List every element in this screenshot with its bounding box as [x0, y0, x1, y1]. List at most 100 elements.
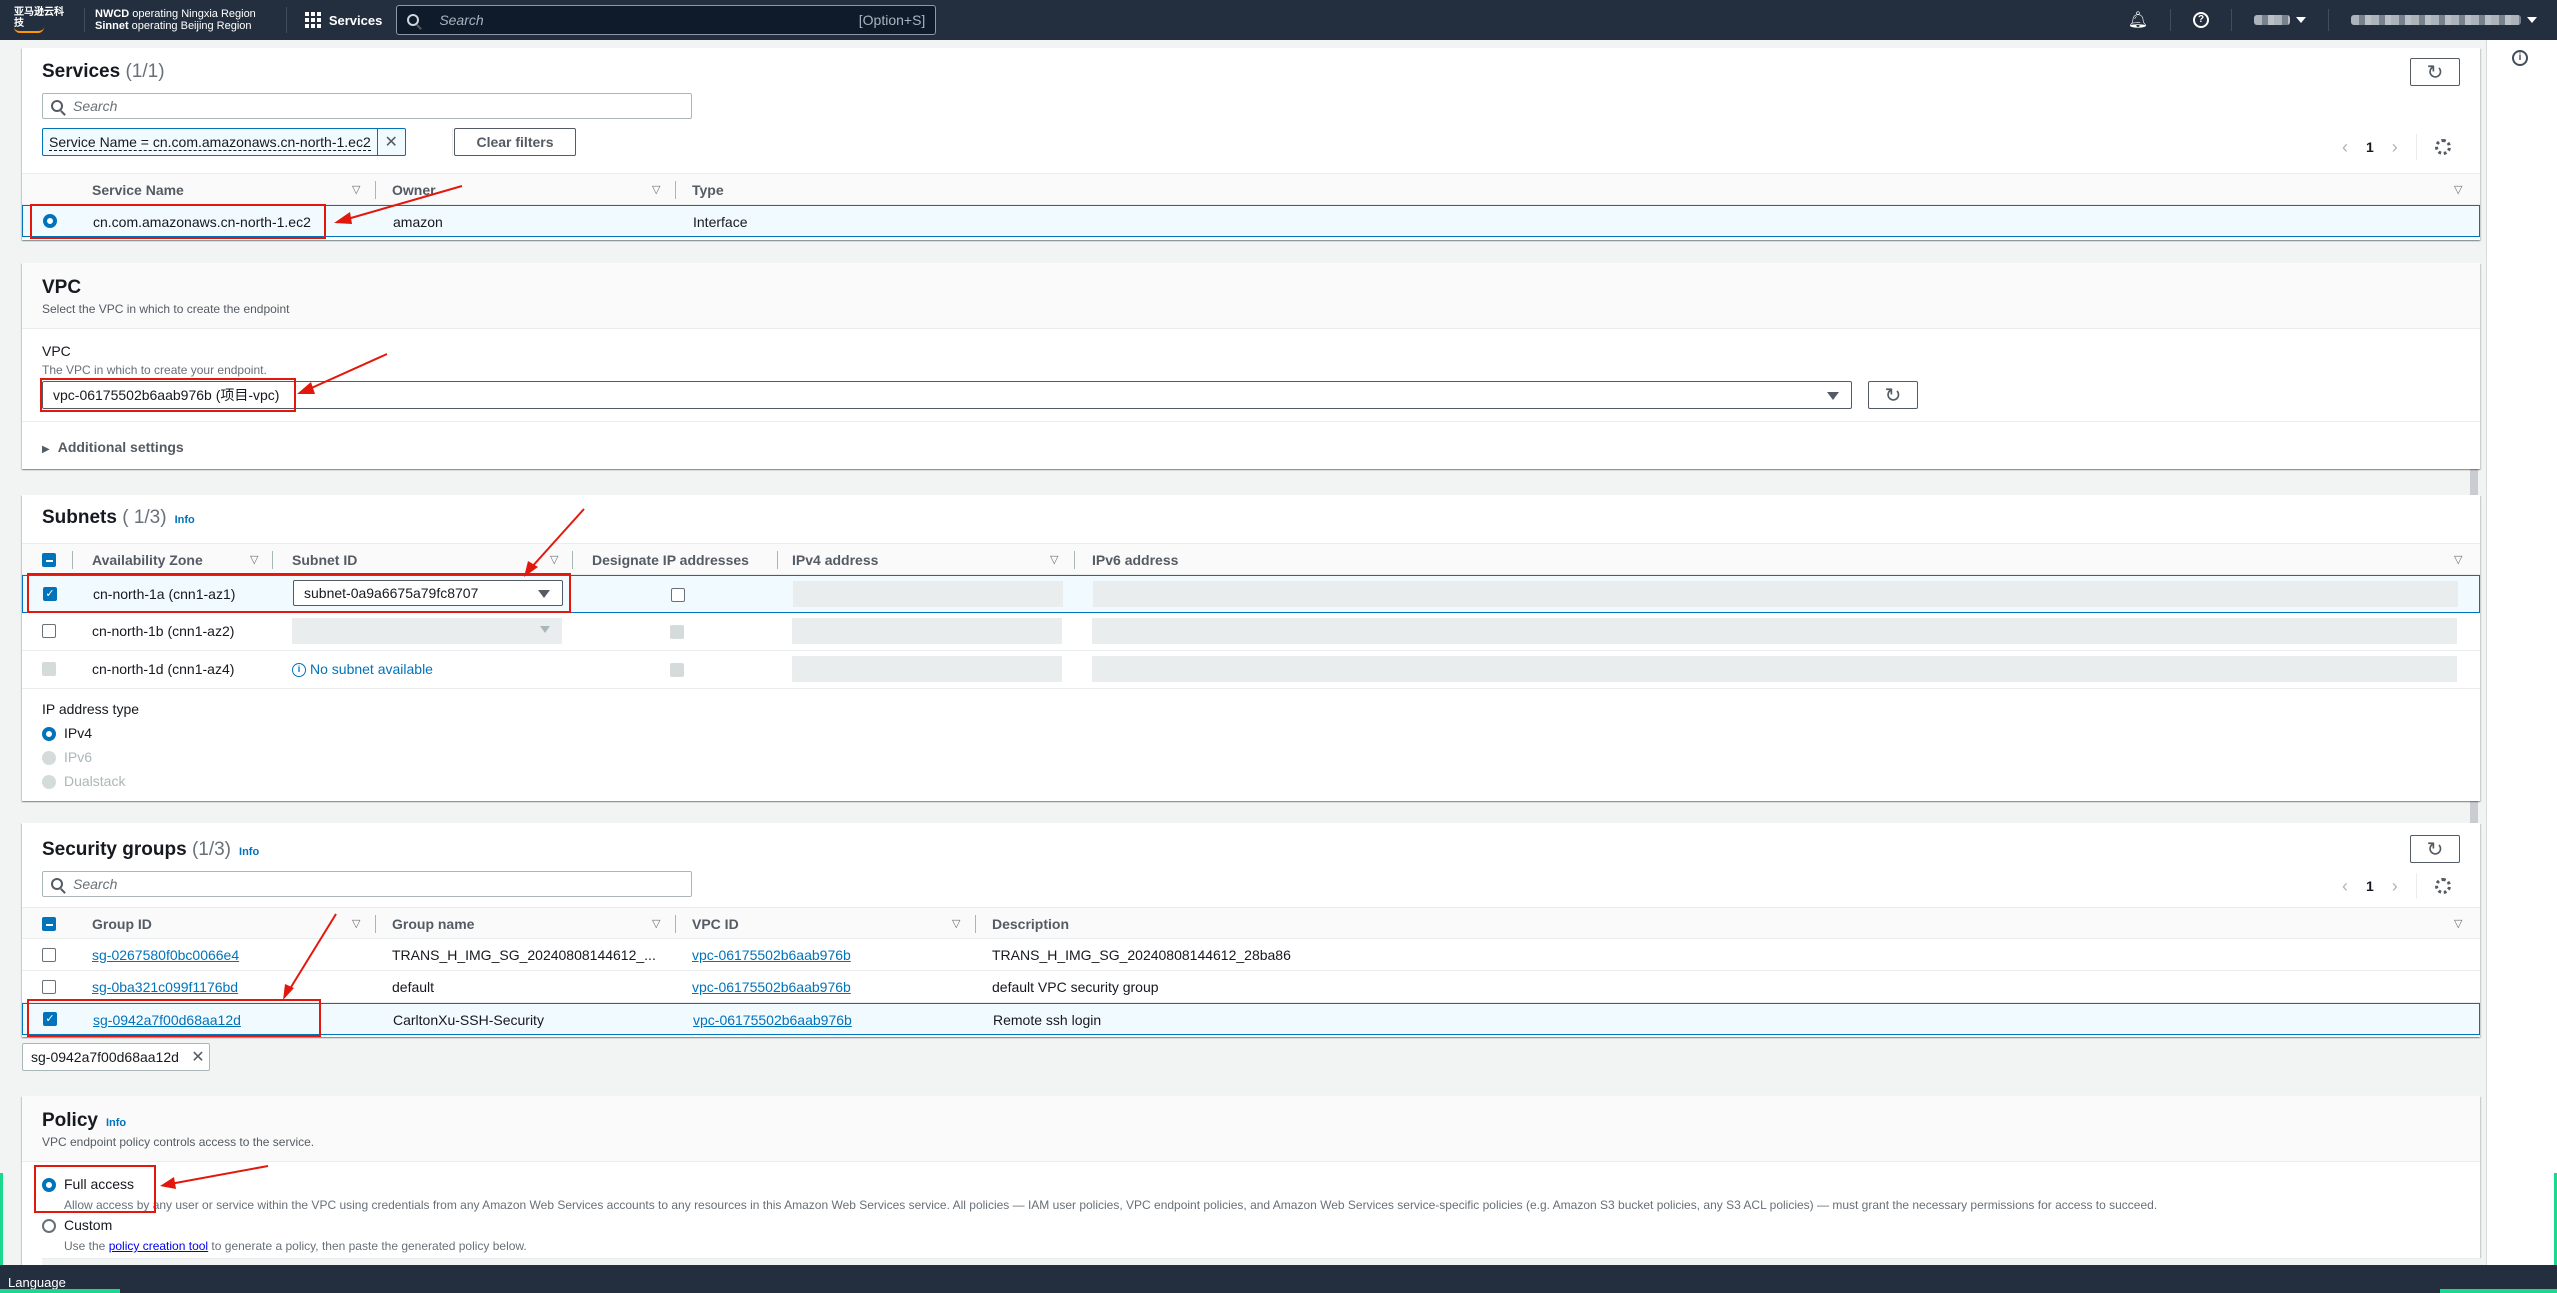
ip-type-ipv4[interactable]: IPv4	[42, 725, 92, 743]
policy-option-full-access[interactable]: Full access	[42, 1176, 134, 1192]
description-cell: TRANS_H_IMG_SG_20240808144612_28ba86	[992, 947, 1291, 963]
vpc-id-link[interactable]: vpc-06175502b6aab976b	[692, 971, 851, 1003]
global-search-input[interactable]: Search [Option+S]	[396, 5, 937, 35]
row-checkbox[interactable]: ✓	[43, 1012, 57, 1026]
info-link[interactable]: Info	[239, 846, 259, 858]
col-owner[interactable]: Owner	[392, 174, 436, 206]
vpc-id-link[interactable]: vpc-06175502b6aab976b	[692, 939, 851, 971]
settings-gear-icon[interactable]	[2434, 139, 2451, 155]
refresh-icon: ↻	[2426, 838, 2444, 861]
refresh-button[interactable]: ↻	[2410, 58, 2460, 86]
language-selector[interactable]: Language	[8, 1275, 66, 1290]
radio-button[interactable]	[42, 1219, 56, 1233]
settings-gear-icon[interactable]	[2434, 878, 2451, 894]
table-row[interactable]: cn.com.amazonaws.cn-north-1.ec2 amazon I…	[22, 205, 2480, 237]
table-row[interactable]: sg-0ba321c099f1176bd default vpc-0617550…	[22, 971, 2480, 1003]
remove-filter-icon[interactable]: ✕	[376, 129, 405, 155]
col-designate-ip[interactable]: Designate IP addresses	[592, 544, 749, 576]
page-number[interactable]: 1	[2366, 878, 2374, 894]
sort-icon[interactable]: ▽	[2454, 908, 2462, 940]
col-subnet-id[interactable]: Subnet ID	[292, 544, 357, 576]
col-type[interactable]: Type	[692, 174, 724, 206]
remove-token-icon[interactable]: ✕	[187, 1044, 209, 1070]
next-page-icon[interactable]: ›	[2392, 137, 2398, 158]
filter-token[interactable]: Service Name = cn.com.amazonaws.cn-north…	[42, 128, 406, 156]
prev-page-icon[interactable]: ‹	[2342, 137, 2348, 158]
page-number[interactable]: 1	[2366, 139, 2374, 155]
sort-icon[interactable]: ▽	[952, 908, 960, 940]
next-page-icon[interactable]: ›	[2392, 876, 2398, 897]
col-ipv4[interactable]: IPv4 address	[792, 544, 878, 576]
sort-icon[interactable]: ▽	[652, 174, 660, 206]
services-panel: Services (1/1) ↻ Search Service Name = c…	[22, 48, 2480, 240]
col-ipv6[interactable]: IPv6 address	[1092, 544, 1178, 576]
sort-icon[interactable]: ▽	[352, 174, 360, 206]
col-vpc-id[interactable]: VPC ID	[692, 908, 739, 940]
region-operator-1: NWCD	[95, 8, 130, 20]
col-group-id[interactable]: Group ID	[92, 908, 152, 940]
col-availability-zone[interactable]: Availability Zone	[92, 544, 203, 576]
col-description[interactable]: Description	[992, 908, 1069, 940]
vpc-panel: VPC Select the VPC in which to create th…	[22, 263, 2480, 469]
table-row[interactable]: ✓ sg-0942a7f00d68aa12d CarltonXu-SSH-Sec…	[22, 1003, 2480, 1035]
radio-button[interactable]	[42, 727, 56, 741]
search-placeholder: Search	[439, 12, 484, 28]
refresh-button[interactable]: ↻	[2410, 835, 2460, 863]
row-checkbox[interactable]	[42, 980, 56, 994]
select-all-checkbox[interactable]	[42, 553, 56, 567]
bell-icon[interactable]: 🔔︎	[2128, 10, 2148, 30]
table-row[interactable]: sg-0267580f0bc0066e4 TRANS_H_IMG_SG_2024…	[22, 939, 2480, 971]
services-menu-button[interactable]: Services	[285, 7, 382, 33]
table-row: cn-north-1d (cnn1-az4) i No subnet availa…	[22, 651, 2480, 689]
designate-ip-checkbox[interactable]	[671, 588, 685, 602]
sort-icon[interactable]: ▽	[1050, 544, 1058, 576]
sort-icon[interactable]: ▽	[2454, 174, 2462, 206]
sort-icon[interactable]: ▽	[352, 908, 360, 940]
radio-button[interactable]	[42, 1178, 56, 1192]
services-search-input[interactable]: Search	[42, 93, 692, 119]
group-id-link[interactable]: sg-0942a7f00d68aa12d	[93, 1004, 241, 1036]
policy-creation-tool-link[interactable]: policy creation tool	[109, 1239, 208, 1253]
col-group-name[interactable]: Group name	[392, 908, 474, 940]
vpc-id-link[interactable]: vpc-06175502b6aab976b	[693, 1004, 852, 1036]
account-menu[interactable]	[2351, 15, 2537, 25]
table-row[interactable]: cn-north-1b (cnn1-az2)	[22, 613, 2480, 651]
subnet-select[interactable]: subnet-0a9a6675a79fc8707	[293, 580, 563, 606]
sort-icon[interactable]: ▽	[2454, 544, 2462, 576]
sort-icon[interactable]: ▽	[250, 544, 258, 576]
help-icon[interactable]: ?	[2193, 12, 2209, 28]
vpc-refresh-button[interactable]: ↻	[1868, 381, 1918, 409]
additional-settings-toggle[interactable]: ▶ Additional settings	[42, 439, 184, 455]
select-all-checkbox[interactable]	[42, 917, 56, 931]
row-radio[interactable]	[43, 214, 57, 228]
region-text-1: operating Ningxia Region	[129, 8, 256, 20]
info-icon[interactable]: i	[2512, 50, 2528, 66]
custom-description: Use the policy creation tool to generate…	[64, 1239, 527, 1253]
row-checkbox[interactable]	[42, 624, 56, 638]
group-id-link[interactable]: sg-0ba321c099f1176bd	[92, 971, 238, 1003]
ip-type-ipv6: IPv6	[42, 749, 92, 767]
policy-panel: Policy Info VPC endpoint policy controls …	[22, 1096, 2482, 1266]
brand-logo[interactable]: 亚马逊云科技	[14, 7, 72, 33]
info-link[interactable]: Info	[106, 1117, 126, 1129]
sort-icon[interactable]: ▽	[652, 908, 660, 940]
col-service-name[interactable]: Service Name	[92, 174, 184, 206]
info-link[interactable]: Info	[175, 514, 195, 526]
clear-filters-button[interactable]: Clear filters	[454, 128, 576, 156]
ip-type-label: IPv4	[64, 725, 93, 741]
sort-icon[interactable]: ▽	[550, 544, 558, 576]
policy-option-custom[interactable]: Custom	[42, 1217, 112, 1233]
description-cell: default VPC security group	[992, 979, 1159, 995]
group-id-link[interactable]: sg-0267580f0bc0066e4	[92, 939, 239, 971]
region-selector[interactable]	[2254, 15, 2306, 25]
row-checkbox	[42, 662, 56, 676]
selected-sg-token[interactable]: sg-0942a7f00d68aa12d ✕	[22, 1043, 210, 1071]
vpc-select[interactable]: vpc-06175502b6aab976b (项目-vpc)	[42, 381, 1852, 409]
row-checkbox[interactable]: ✓	[43, 587, 57, 601]
prev-page-icon[interactable]: ‹	[2342, 876, 2348, 897]
sg-search-input[interactable]: Search	[42, 871, 692, 897]
footer: Language	[0, 1265, 2557, 1293]
table-row[interactable]: ✓ cn-north-1a (cnn1-az1) subnet-0a9a6675…	[22, 575, 2480, 613]
help-side-panel	[2486, 40, 2557, 1265]
row-checkbox[interactable]	[42, 948, 56, 962]
